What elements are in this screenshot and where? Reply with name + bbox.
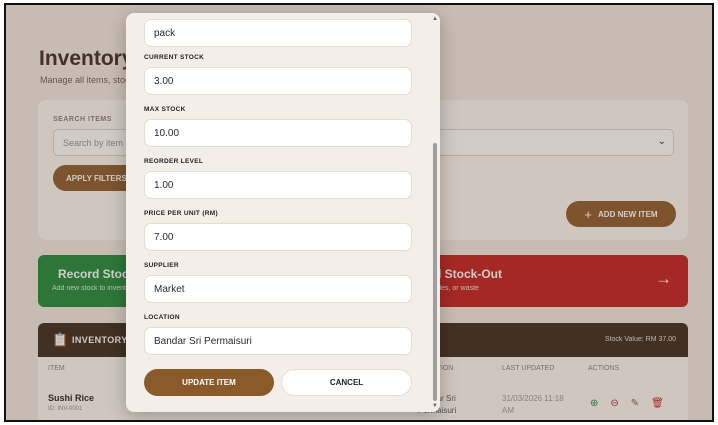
cancel-button[interactable]: CANCEL [281, 369, 412, 396]
price-per-unit-label: PRICE PER UNIT (RM) [144, 210, 218, 217]
current-stock-field[interactable]: 3.00 [144, 67, 412, 95]
app-window: Inventory Manage all items, stock levels… [4, 3, 714, 422]
supplier-field[interactable]: Market [144, 275, 412, 303]
update-item-button[interactable]: UPDATE ITEM [144, 369, 274, 396]
max-stock-label: MAX STOCK [144, 106, 186, 113]
reorder-level-field[interactable]: 1.00 [144, 171, 412, 199]
current-stock-label: CURRENT STOCK [144, 54, 205, 61]
unit-field[interactable]: pack [144, 19, 412, 47]
location-label: LOCATION [144, 314, 180, 321]
supplier-label: SUPPLIER [144, 262, 179, 269]
scrollbar-thumb[interactable] [433, 143, 437, 401]
reorder-level-label: REORDER LEVEL [144, 158, 204, 165]
scroll-up-icon[interactable]: ▲ [432, 16, 438, 22]
edit-item-modal: pack CURRENT STOCK 3.00 MAX STOCK 10.00 … [126, 13, 440, 412]
modal-scrollbar[interactable]: ▲ ▼ [430, 13, 440, 412]
location-field[interactable]: Bandar Sri Permaisuri [144, 327, 412, 355]
scroll-down-icon[interactable]: ▼ [432, 403, 438, 409]
price-per-unit-field[interactable]: 7.00 [144, 223, 412, 251]
max-stock-field[interactable]: 10.00 [144, 119, 412, 147]
